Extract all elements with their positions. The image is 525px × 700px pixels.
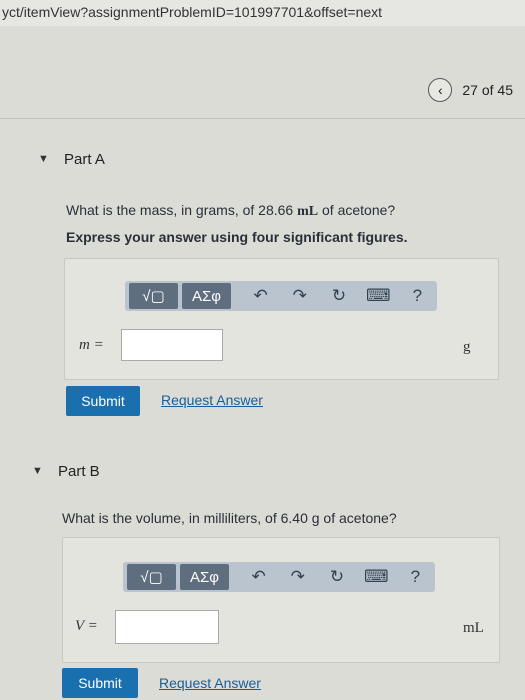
greek-symbols-button[interactable]: ΑΣφ (180, 564, 229, 590)
part-a-answer-box: √▢ ΑΣφ ↶ ↷ ↻ ⌨ ? m = g (64, 258, 499, 380)
part-b-title: Part B (58, 462, 100, 480)
part-b-header[interactable]: ▼ Part B (0, 452, 525, 490)
template-button[interactable]: √▢ (127, 564, 176, 590)
reset-icon[interactable]: ↻ (317, 564, 356, 590)
help-icon[interactable]: ? (396, 564, 435, 590)
undo-icon[interactable]: ↶ (239, 564, 278, 590)
pagination: ‹ 27 of 45 (428, 78, 513, 102)
part-a-answer-input[interactable] (121, 329, 223, 361)
part-a-header[interactable]: ▼ Part A (0, 140, 525, 178)
part-b-unit: mL (463, 620, 484, 636)
caret-down-icon: ▼ (38, 153, 49, 165)
keyboard-icon[interactable]: ⌨ (359, 283, 398, 309)
url-text: yct/itemView?assignmentProblemID=1019977… (2, 4, 383, 20)
caret-down-icon: ▼ (32, 465, 43, 477)
part-a-submit-button[interactable]: Submit (66, 386, 140, 416)
reset-icon[interactable]: ↻ (319, 283, 358, 309)
part-a-title: Part A (64, 150, 105, 168)
redo-icon[interactable]: ↷ (280, 283, 319, 309)
part-b-variable-label: V = (75, 618, 98, 634)
part-b-request-answer-link[interactable]: Request Answer (159, 675, 261, 691)
greek-symbols-button[interactable]: ΑΣφ (182, 283, 231, 309)
page-counter: 27 of 45 (462, 82, 513, 98)
part-a-unit: g (463, 339, 471, 355)
template-button[interactable]: √▢ (129, 283, 178, 309)
part-b-answer-box: √▢ ΑΣφ ↶ ↷ ↻ ⌨ ? V = mL (62, 537, 500, 663)
address-bar[interactable]: yct/itemView?assignmentProblemID=1019977… (0, 0, 525, 26)
part-b-answer-input[interactable] (115, 610, 219, 644)
part-a-instruction: Express your answer using four significa… (66, 229, 408, 245)
part-b-question: What is the volume, in milliliters, of 6… (62, 510, 397, 526)
part-a-math-toolbar: √▢ ΑΣφ ↶ ↷ ↻ ⌨ ? (125, 281, 437, 311)
keyboard-icon[interactable]: ⌨ (357, 564, 396, 590)
part-a-question: What is the mass, in grams, of 28.66 mL … (66, 202, 396, 219)
chevron-left-icon[interactable]: ‹ (428, 78, 453, 102)
redo-icon[interactable]: ↷ (278, 564, 317, 590)
part-a-variable-label: m = (79, 337, 104, 353)
part-b-submit-button[interactable]: Submit (62, 668, 138, 698)
divider (0, 118, 525, 119)
help-icon[interactable]: ? (398, 283, 437, 309)
part-a-request-answer-link[interactable]: Request Answer (161, 392, 263, 408)
part-b-math-toolbar: √▢ ΑΣφ ↶ ↷ ↻ ⌨ ? (123, 562, 435, 592)
undo-icon[interactable]: ↶ (241, 283, 280, 309)
